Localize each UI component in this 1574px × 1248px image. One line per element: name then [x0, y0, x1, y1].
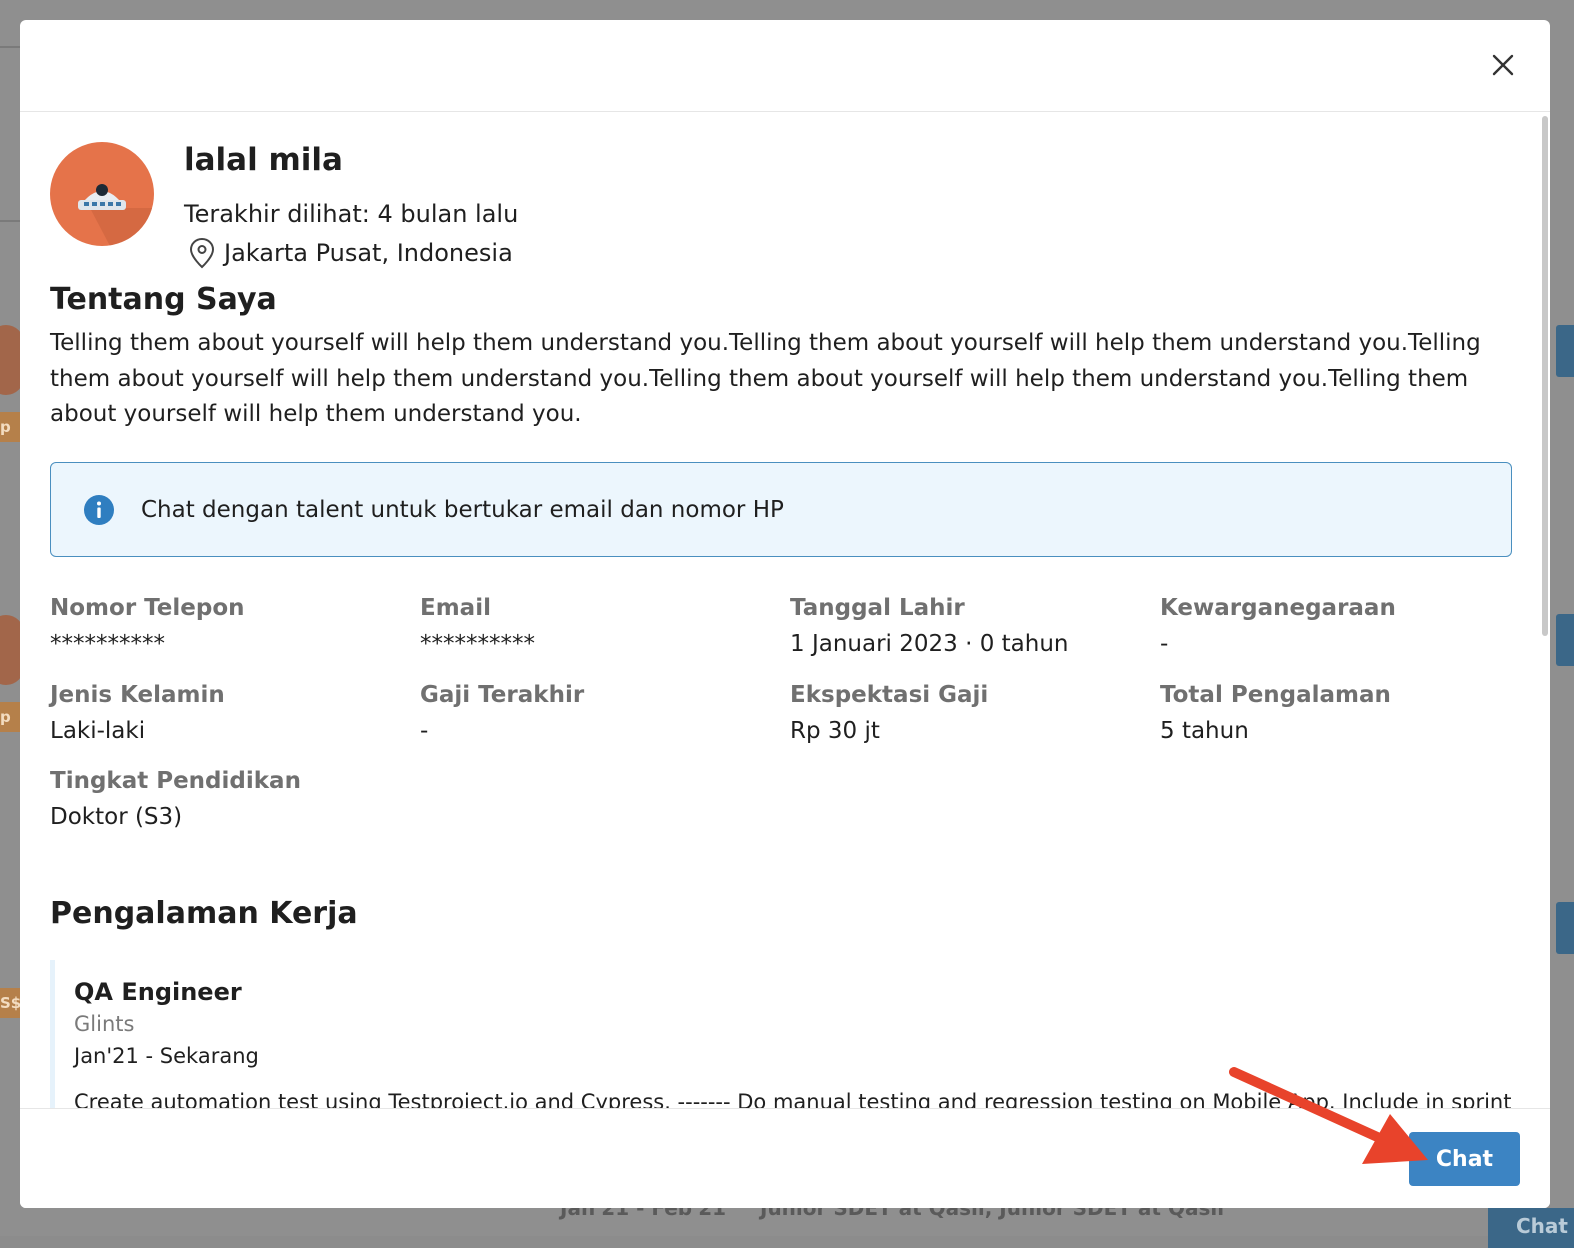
about-title: Tentang Saya — [50, 282, 277, 317]
modal-header — [20, 20, 1550, 112]
field-value: Rp 30 jt — [790, 718, 880, 744]
experience-company: Glints — [74, 1012, 135, 1036]
field-value: ********** — [420, 631, 535, 657]
field-label: Ekspektasi Gaji — [790, 682, 989, 708]
field-label: Nomor Telepon — [50, 595, 245, 621]
info-icon — [84, 494, 114, 525]
bg-tag: S$ — [0, 988, 20, 1018]
field-value: 5 tahun — [1160, 718, 1249, 744]
info-notice-text: Chat dengan talent untuk bertukar email … — [141, 496, 784, 523]
field-phone: Nomor Telepon ********** — [50, 592, 410, 662]
location: Jakarta Pusat, Indonesia — [186, 236, 513, 270]
bg-chat-button-bottom: Chat — [1488, 1208, 1574, 1248]
field-label: Jenis Kelamin — [50, 682, 225, 708]
close-button[interactable] — [1486, 48, 1520, 82]
experience-description: Create automation test using Testproject… — [74, 1090, 1512, 1108]
field-value: - — [420, 718, 429, 744]
field-last-salary: Gaji Terakhir - — [420, 679, 780, 749]
field-citizenship: Kewarganegaraan - — [1160, 592, 1520, 662]
about-text: Telling them about yourself will help th… — [50, 330, 1481, 427]
field-label: Kewarganegaraan — [1160, 595, 1396, 621]
field-value: - — [1160, 631, 1169, 657]
field-education: Tingkat Pendidikan Doktor (S3) — [50, 765, 410, 835]
field-total-experience: Total Pengalaman 5 tahun — [1160, 679, 1520, 749]
info-notice: Chat dengan talent untuk bertukar email … — [50, 462, 1512, 557]
field-birth-date: Tanggal Lahir 1 Januari 2023 · 0 tahun — [790, 592, 1150, 662]
field-gender: Jenis Kelamin Laki-laki — [50, 679, 410, 749]
field-label: Tingkat Pendidikan — [50, 768, 301, 794]
experience-item: QA Engineer Glints Jan'21 - Sekarang Cre… — [50, 960, 1520, 1108]
bg-divider — [0, 46, 20, 48]
field-value: 1 Januari 2023 · 0 tahun — [790, 631, 1069, 657]
bg-tag: p 3 — [0, 702, 20, 732]
last-seen: Terakhir dilihat: 4 bulan lalu — [184, 200, 519, 228]
field-value: Laki-laki — [50, 718, 146, 744]
bg-chat-button — [1556, 902, 1574, 954]
bg-tag: p — [0, 412, 20, 442]
talent-profile-modal: lalal mila Terakhir dilihat: 4 bulan lal… — [20, 20, 1550, 1208]
field-email: Email ********** — [420, 592, 780, 662]
bg-chat-button — [1556, 325, 1574, 377]
bg-divider — [0, 220, 20, 222]
scrollbar[interactable] — [1542, 116, 1548, 636]
experience-role: QA Engineer — [74, 978, 242, 1006]
close-icon — [1492, 54, 1514, 76]
location-text: Jakarta Pusat, Indonesia — [224, 239, 513, 267]
field-value: Doktor (S3) — [50, 804, 183, 830]
modal-footer: Chat — [20, 1108, 1550, 1208]
robot-avatar-icon — [78, 184, 154, 246]
chat-button[interactable]: Chat — [1409, 1132, 1520, 1186]
bg-chat-button — [1556, 614, 1574, 666]
field-label: Gaji Terakhir — [420, 682, 585, 708]
modal-body[interactable]: lalal mila Terakhir dilihat: 4 bulan lal… — [20, 112, 1550, 1108]
experience-title: Pengalaman Kerja — [50, 896, 358, 931]
field-label: Email — [420, 595, 491, 621]
field-expected-salary: Ekspektasi Gaji Rp 30 jt — [790, 679, 1150, 749]
field-label: Total Pengalaman — [1160, 682, 1391, 708]
field-label: Tanggal Lahir — [790, 595, 965, 621]
experience-period: Jan'21 - Sekarang — [74, 1044, 259, 1068]
location-pin-icon — [189, 237, 215, 269]
avatar — [50, 142, 154, 246]
field-value: ********** — [50, 631, 165, 657]
talent-name: lalal mila — [184, 142, 343, 178]
